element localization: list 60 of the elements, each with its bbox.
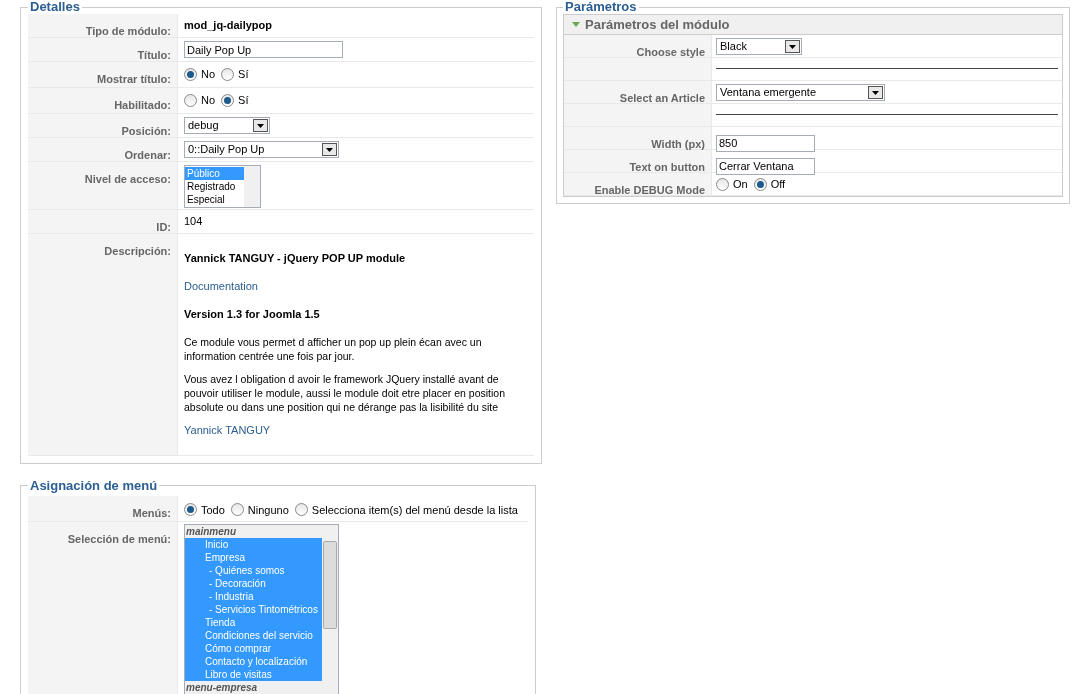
radio-label: On [733, 177, 748, 192]
radio-label: Ninguno [247, 502, 289, 518]
field-label: Nivel de acceso: [84, 173, 171, 185]
field-label: ID: [156, 221, 171, 233]
radio-button[interactable] [753, 177, 767, 191]
radio-button[interactable] [184, 67, 197, 81]
field-label: Título: [137, 49, 171, 61]
link[interactable]: Documentation [184, 279, 534, 294]
radio-button[interactable] [184, 503, 197, 517]
radio-button[interactable] [294, 503, 308, 517]
section-title: Detalles [29, 0, 81, 14]
field-label: Menús: [132, 506, 171, 519]
radio-button[interactable] [716, 177, 729, 191]
description-heading: Yannick TANGUY - jQuery POP UP module [184, 251, 407, 266]
link[interactable]: Yannick TANGUY [184, 423, 534, 438]
radio-button[interactable] [221, 67, 235, 81]
dropdown[interactable]: debug [184, 117, 270, 134]
field-label: Choose style [636, 46, 705, 58]
field-value: 104 [184, 214, 203, 228]
field-label: Descripción: [104, 245, 171, 257]
text-field[interactable]: 850 [716, 134, 815, 152]
field-label: Enable DEBUG Mode [594, 184, 705, 196]
panel-header[interactable]: Parámetros del módulo [564, 15, 1062, 35]
list-option[interactable]: Especial [185, 193, 244, 206]
radio-label: Off [770, 177, 786, 192]
field-label: Text on button [629, 161, 705, 173]
field-label: Habilitado: [114, 99, 171, 111]
radio-label: No [201, 67, 216, 82]
radio-label: Todo [201, 502, 225, 518]
field-label: Select an Article [619, 92, 705, 104]
radio-button[interactable] [221, 93, 235, 107]
scrollbar[interactable] [322, 524, 338, 694]
field-label: Ordenar: [124, 149, 171, 161]
text-field[interactable]: Daily Pop Up [184, 41, 343, 58]
field-label: Selección de menú: [67, 532, 171, 545]
dropdown[interactable]: Ventana emergente [716, 84, 885, 101]
field-label: Mostrar título: [97, 73, 171, 85]
section-title: Asignación de menú [29, 477, 159, 495]
radio-label: Selecciona item(s) del menú desde la lista [311, 502, 518, 518]
description-paragraph: Vous avez l obligation d avoir le framework JQuery installé avant de pouvoir utiliser le module, aussi le module doit etre placer en position absolute ou dans une position qui ne dérange pas la lisibilité du site [184, 372, 506, 414]
field-label: Width (px) [651, 138, 705, 150]
field-label: Tipo de módulo: [85, 25, 171, 37]
dropdown[interactable]: 0::Daily Pop Up [184, 141, 339, 158]
radio-label: No [201, 93, 216, 108]
radio-button[interactable] [184, 93, 197, 107]
dropdown[interactable]: Black [716, 38, 802, 55]
menu-group-header: mainmenu [185, 524, 322, 538]
field-label: Posición: [121, 125, 171, 137]
description-paragraph: Ce module vous permet d afficher un pop up plein écan avec un information centrée une fois par jour. [184, 335, 483, 363]
radio-label: Sí [238, 93, 249, 108]
text-field[interactable]: Cerrar Ventana [716, 157, 815, 175]
field-value: mod_jq-dailypop [184, 18, 272, 32]
scrollbar[interactable] [244, 166, 260, 207]
list-option[interactable]: Registrado [185, 180, 244, 193]
section-title: Parámetros [564, 0, 638, 14]
access-level-list[interactable]: Público Registrado Especial [184, 165, 261, 208]
description-heading: Version 1.3 for Joomla 1.5 [184, 307, 321, 322]
radio-label: Sí [238, 67, 249, 82]
menu-selection-list[interactable]: mainmenu Inicio Empresa - Quiénes somos - Decoración - Industria - Servicios Tintométricos Tienda Condiciones del servicio Cómo comprar Contacto y localización Libro de visitas menu-empresa [184, 523, 339, 694]
radio-button[interactable] [230, 503, 244, 517]
